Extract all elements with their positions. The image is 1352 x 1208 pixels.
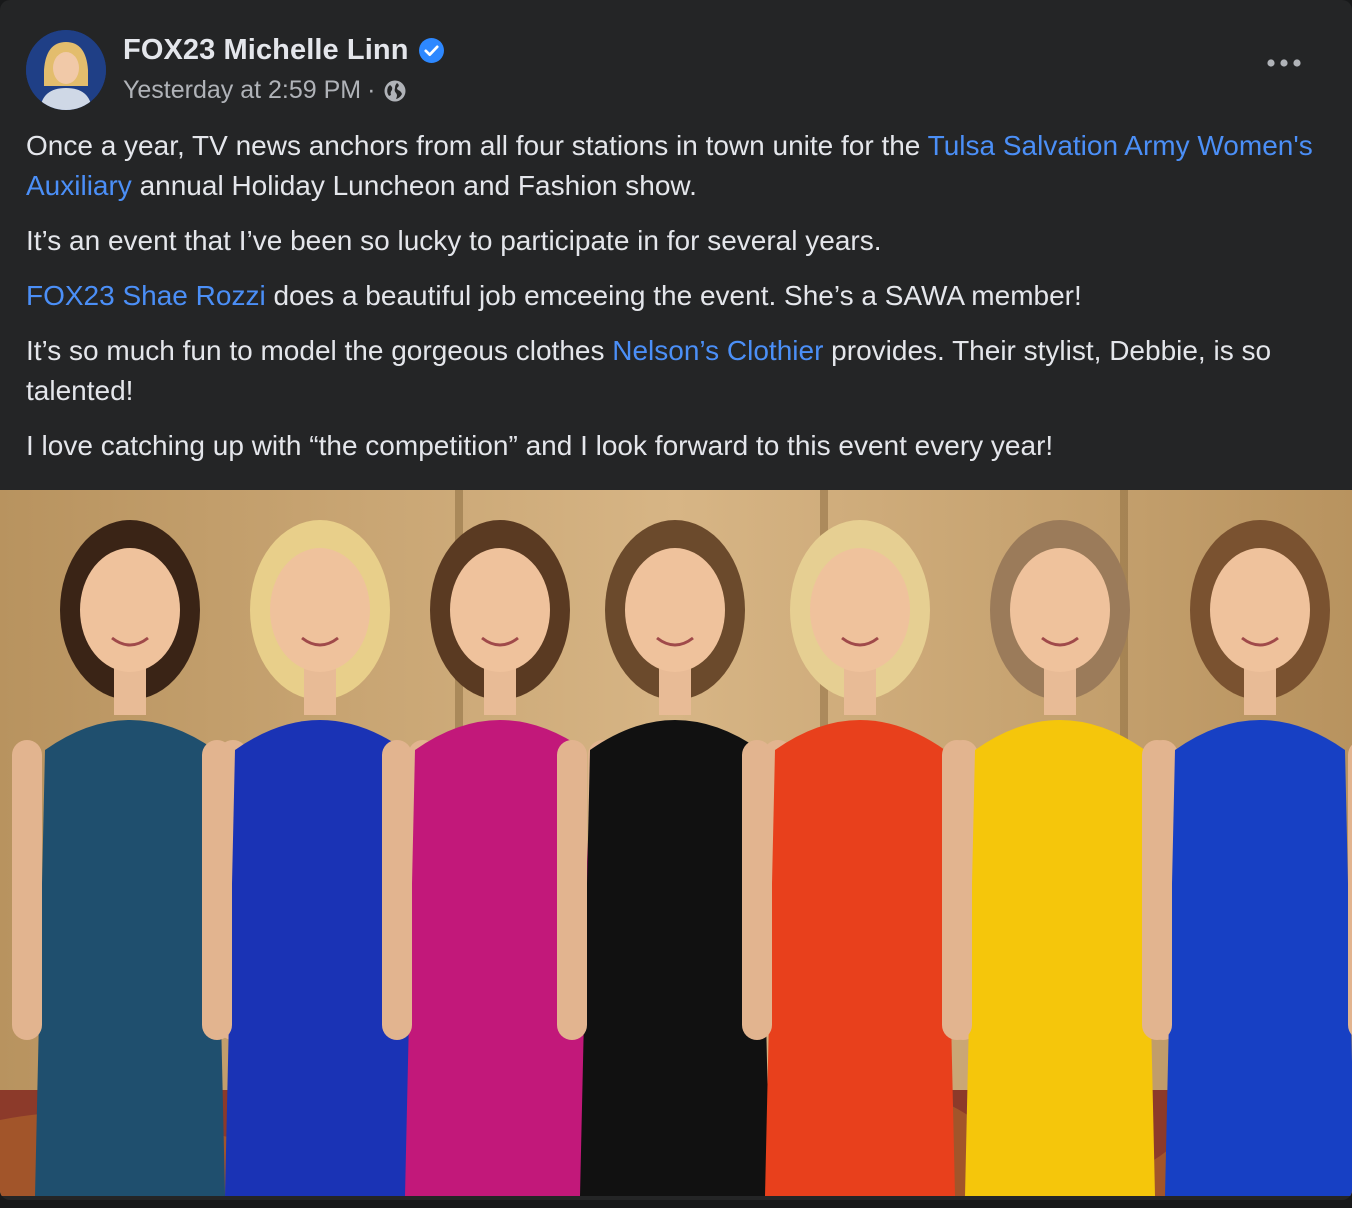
author-avatar[interactable]	[26, 30, 106, 110]
post-text: Once a year, TV news anchors from all fo…	[26, 126, 1326, 481]
text-segment: annual Holiday Luncheon and Fashion show…	[131, 170, 697, 201]
avatar-image	[26, 30, 106, 110]
paragraph-1: Once a year, TV news anchors from all fo…	[26, 126, 1326, 206]
text-segment: Once a year, TV news anchors from all fo…	[26, 130, 928, 161]
facebook-post: FOX23 Michelle Linn Yesterday at 2:59 PM…	[0, 0, 1352, 1200]
mention-link-shae-rozzi[interactable]: FOX23 Shae Rozzi	[26, 280, 266, 311]
mention-link-nelsons-clothier[interactable]: Nelson’s Clothier	[612, 335, 823, 366]
globe-icon[interactable]	[383, 79, 407, 103]
meta-separator: ·	[367, 76, 376, 104]
text-segment: It’s so much fun to model the gorgeous c…	[26, 335, 613, 366]
author-name[interactable]: FOX23 Michelle Linn	[123, 34, 409, 67]
paragraph-3: FOX23 Shae Rozzi does a beautiful job em…	[26, 276, 1326, 316]
verified-badge-icon	[418, 38, 444, 63]
post-header: FOX23 Michelle Linn Yesterday at 2:59 PM…	[26, 30, 1326, 110]
group-photo-illustration	[0, 490, 1352, 1196]
more-options-button[interactable]	[1264, 48, 1304, 78]
more-options-icon	[1267, 59, 1301, 67]
paragraph-4: It’s so much fun to model the gorgeous c…	[26, 331, 1326, 411]
paragraph-2: It’s an event that I’ve been so lucky to…	[26, 225, 882, 256]
text-segment: does a beautiful job emceeing the event.…	[265, 280, 1082, 311]
post-timestamp[interactable]: Yesterday at 2:59 PM	[123, 76, 361, 105]
paragraph-5: I love catching up with “the competition…	[26, 430, 1054, 461]
post-photo[interactable]	[0, 490, 1352, 1196]
